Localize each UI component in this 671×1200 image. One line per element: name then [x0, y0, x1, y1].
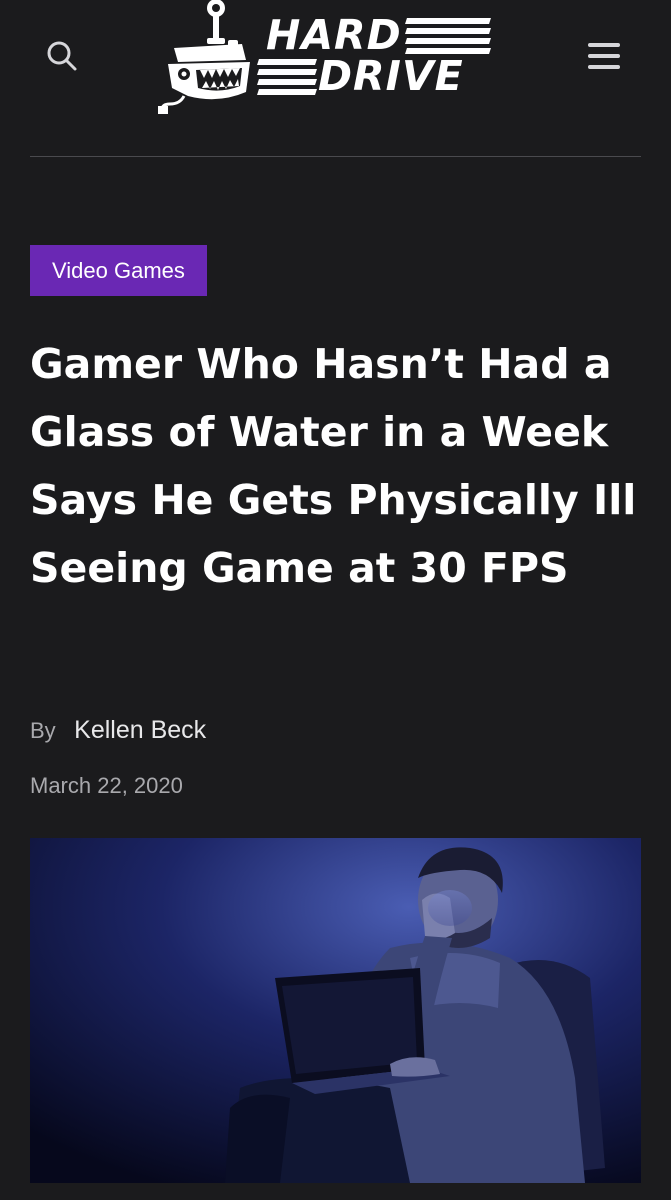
logo-word-drive: DRIVE: [318, 52, 464, 100]
logo-line-hard: HARD: [258, 14, 498, 56]
joystick-mascot-icon: [158, 0, 250, 114]
publish-date: March 22, 2020: [30, 773, 183, 798]
site-logo[interactable]: HARD DRIVE: [158, 0, 498, 115]
article-title: Gamer Who Hasn’t Had a Glass of Water in…: [30, 340, 637, 592]
hero-image: [30, 838, 641, 1183]
menu-button[interactable]: [582, 34, 626, 78]
search-icon: [47, 41, 77, 71]
search-button[interactable]: [40, 34, 84, 78]
logo-stripes-bottom: [257, 59, 317, 99]
byline-prefix: By: [30, 717, 56, 743]
header-divider: [30, 156, 641, 157]
logo-word-hard: HARD: [266, 11, 402, 59]
site-header: HARD DRIVE: [0, 0, 671, 156]
byline: By Kellen Beck: [30, 716, 206, 756]
category-tag[interactable]: Video Games: [30, 245, 207, 296]
logo-line-drive: DRIVE: [257, 52, 498, 100]
hamburger-menu-icon: [588, 43, 620, 69]
author-link[interactable]: Kellen Beck: [74, 716, 206, 744]
